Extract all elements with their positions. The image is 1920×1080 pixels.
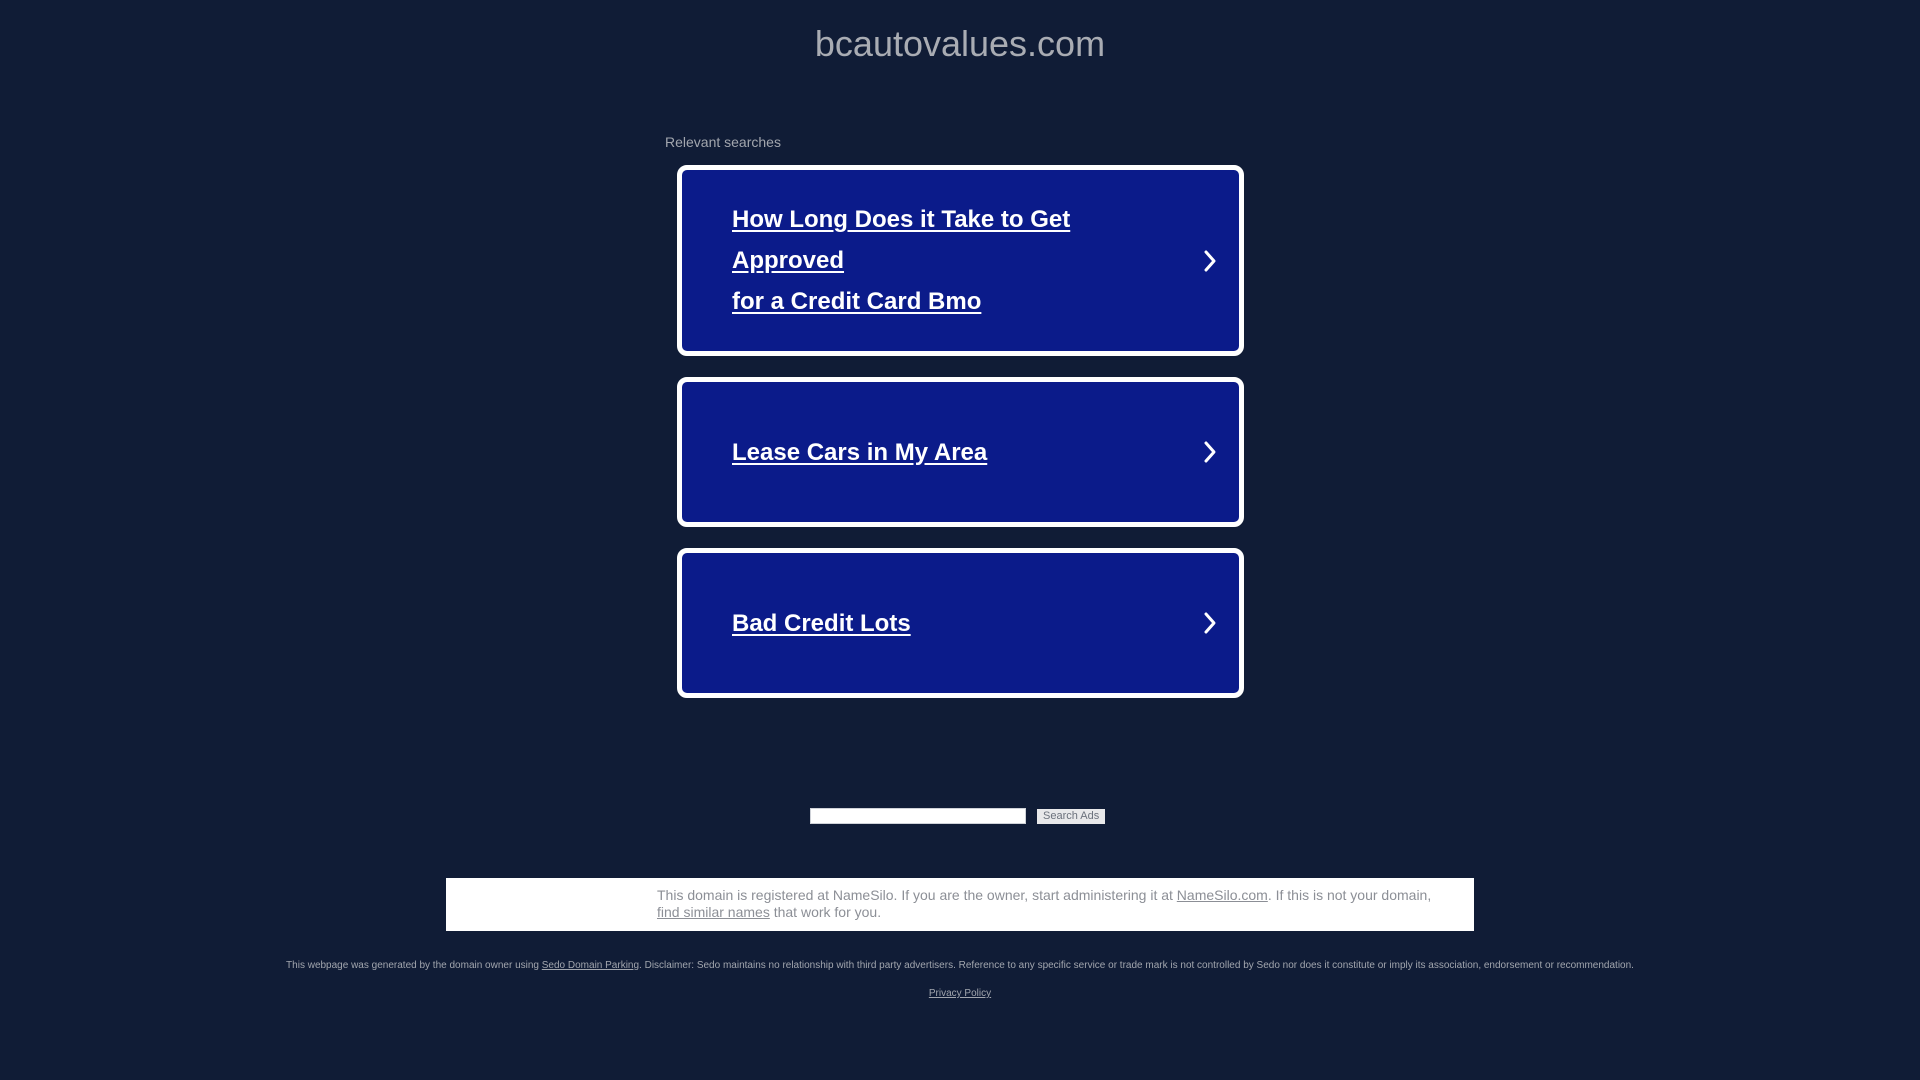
search-result-link[interactable]: How Long Does it Take to Get Approved fo… <box>732 199 1179 322</box>
relevant-searches-list: How Long Does it Take to Get Approved fo… <box>677 165 1244 698</box>
sedo-domain-parking-link[interactable]: Sedo Domain Parking <box>542 960 639 971</box>
notice-text-part: . If this is not your domain, <box>1267 887 1432 903</box>
chevron-right-icon <box>1204 441 1216 463</box>
search-result-card[interactable]: Lease Cars in My Area <box>677 377 1244 527</box>
search-result-link[interactable]: Bad Credit Lots <box>732 603 911 644</box>
chevron-right-icon <box>1204 612 1216 634</box>
search-bar: Search Ads <box>810 808 1106 824</box>
notice-text-part: that work for you. <box>769 904 882 920</box>
search-result-card[interactable]: How Long Does it Take to Get Approved fo… <box>677 165 1244 356</box>
parking-page: bcautovalues.com Relevant searches How L… <box>0 0 1920 1080</box>
footer-text-part: This webpage was generated by the domain… <box>286 960 542 971</box>
search-result-label-line-2: for a Credit Card Bmo <box>732 288 982 315</box>
relevant-searches-label: Relevant searches <box>665 134 781 150</box>
privacy-policy-link[interactable]: Privacy Policy <box>929 988 991 999</box>
domain-notice-text: This domain is registered at NameSilo. I… <box>657 887 1462 921</box>
notice-text-part: This domain is registered at NameSilo. I… <box>657 887 1177 903</box>
search-ads-button[interactable]: Search Ads <box>1037 808 1106 824</box>
search-result-card[interactable]: Bad Credit Lots <box>677 548 1244 698</box>
domain-title: bcautovalues.com <box>814 23 1106 64</box>
domain-notice: This domain is registered at NameSilo. I… <box>446 878 1474 931</box>
search-input[interactable] <box>810 808 1026 824</box>
privacy-row: Privacy Policy <box>0 988 1920 1000</box>
footer-text-part: . Disclaimer: Sedo maintains no relation… <box>639 960 1634 971</box>
chevron-right-icon <box>1204 250 1216 271</box>
namesilo-link[interactable]: NameSilo.com <box>1177 887 1268 903</box>
footer-disclaimer: This webpage was generated by the domain… <box>0 960 1920 972</box>
find-similar-names-link[interactable]: find similar names <box>657 904 770 920</box>
search-result-label-line-1: How Long Does it Take to Get Approved <box>732 206 1071 274</box>
search-result-link[interactable]: Lease Cars in My Area <box>732 432 987 473</box>
